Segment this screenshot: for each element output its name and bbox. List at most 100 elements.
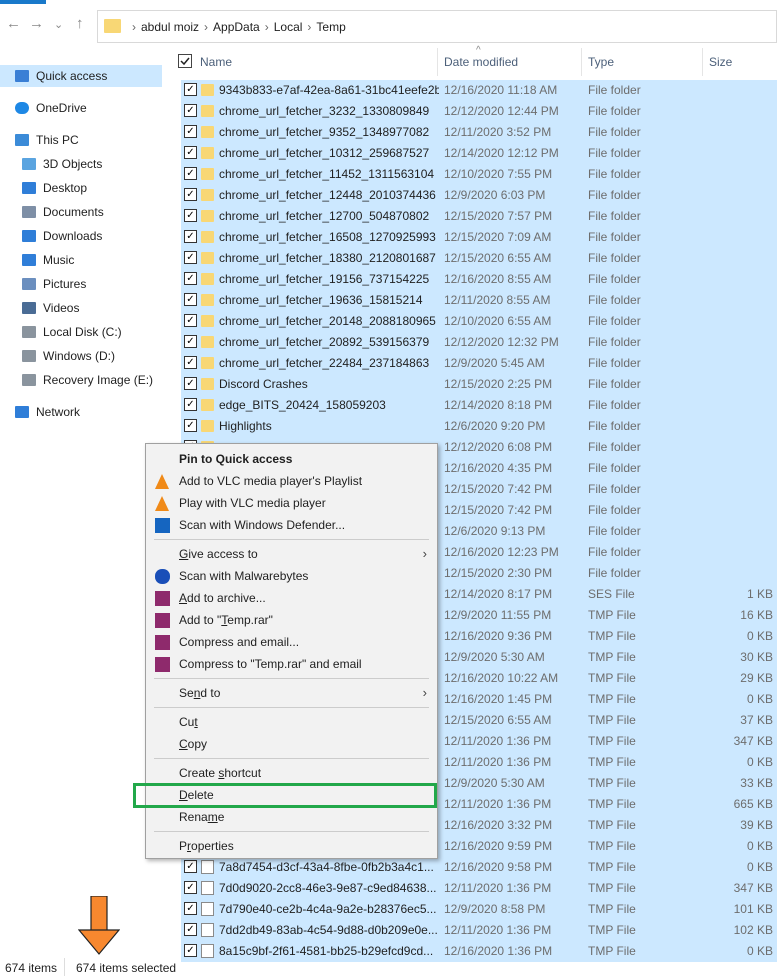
table-row[interactable]: ✓ edge_BITS_20424_158059203 12/14/2020 8:1… — [181, 395, 777, 416]
table-row[interactable]: ✓ 7d790e40-ce2b-4c4a-9a2e-b28376ec5... 12/… — [181, 899, 777, 920]
row-type: TMP File — [588, 650, 636, 664]
nav-item-pictures[interactable]: Pictures — [0, 273, 162, 295]
folder-icon — [201, 210, 214, 222]
row-checkbox[interactable]: ✓ — [184, 83, 197, 96]
nav-item-network[interactable]: Network — [0, 401, 162, 423]
table-row[interactable]: ✓ 7a8d7454-d3cf-43a4-8fbe-0fb2b3a4c1... 12… — [181, 857, 777, 878]
menu-item-add-to-temp-rar[interactable]: Add to "Temp.rar" — [146, 609, 437, 631]
address-bar[interactable]: › abdul moiz › AppData › Local › Temp — [97, 10, 777, 43]
table-row[interactable]: ✓ chrome_url_fetcher_20148_2088180965 12/1… — [181, 311, 777, 332]
breadcrumb-item[interactable]: Temp — [316, 20, 345, 34]
row-checkbox[interactable]: ✓ — [184, 125, 197, 138]
column-divider[interactable] — [702, 48, 703, 76]
nav-item-this-pc[interactable]: This PC — [0, 129, 162, 151]
breadcrumb-item[interactable]: abdul moiz — [141, 20, 199, 34]
row-type: File folder — [588, 545, 641, 559]
table-row[interactable]: ✓ chrome_url_fetcher_18380_2120801687 12/1… — [181, 248, 777, 269]
row-checkbox[interactable]: ✓ — [184, 335, 197, 348]
winrar-icon — [155, 657, 170, 672]
recent-dropdown-icon[interactable]: ⌄ — [54, 18, 63, 31]
back-arrow-icon[interactable]: ← — [6, 15, 21, 32]
column-divider[interactable] — [437, 48, 438, 76]
table-row[interactable]: ✓ chrome_url_fetcher_12700_504870802 12/15… — [181, 206, 777, 227]
table-row[interactable]: ✓ chrome_url_fetcher_22484_237184863 12/9/… — [181, 353, 777, 374]
nav-item-downloads[interactable]: Downloads — [0, 225, 162, 247]
table-row[interactable]: ✓ 7dd2db49-83ab-4c54-9d88-d0b209e0e... 12/… — [181, 920, 777, 941]
row-size: 16 KB — [740, 608, 773, 622]
up-arrow-icon[interactable]: ↑ — [76, 15, 84, 32]
table-row[interactable]: ✓ chrome_url_fetcher_19636_15815214 12/11/… — [181, 290, 777, 311]
breadcrumb[interactable]: › abdul moiz › AppData › Local › Temp — [132, 20, 351, 34]
row-checkbox[interactable]: ✓ — [184, 188, 197, 201]
table-row[interactable]: ✓ chrome_url_fetcher_16508_1270925993 12/1… — [181, 227, 777, 248]
menu-item-give-access-to[interactable]: Give access to › — [146, 543, 437, 565]
row-checkbox[interactable]: ✓ — [184, 377, 197, 390]
menu-item-cut[interactable]: Cut — [146, 711, 437, 733]
row-checkbox[interactable]: ✓ — [184, 272, 197, 285]
row-checkbox[interactable]: ✓ — [184, 860, 197, 873]
nav-item-onedrive[interactable]: OneDrive — [0, 97, 162, 119]
menu-item-rename[interactable]: Rename — [146, 806, 437, 828]
row-checkbox[interactable]: ✓ — [184, 902, 197, 915]
nav-item-3d-objects[interactable]: 3D Objects — [0, 153, 162, 175]
table-row[interactable]: ✓ chrome_url_fetcher_12448_2010374436 12/9… — [181, 185, 777, 206]
menu-item-create-shortcut[interactable]: Create shortcut — [146, 762, 437, 784]
menu-item-properties[interactable]: Properties — [146, 835, 437, 857]
title-strip — [0, 0, 777, 6]
menu-item-scan-with-windows-defender[interactable]: Scan with Windows Defender... — [146, 514, 437, 536]
table-row[interactable]: ✓ chrome_url_fetcher_11452_1311563104 12/1… — [181, 164, 777, 185]
menu-item-play-with-vlc-media-player[interactable]: Play with VLC media player — [146, 492, 437, 514]
row-checkbox[interactable]: ✓ — [184, 419, 197, 432]
menu-item-compress-and-email[interactable]: Compress and email... — [146, 631, 437, 653]
table-row[interactable]: ✓ Discord Crashes 12/15/2020 2:25 PM File f… — [181, 374, 777, 395]
column-size[interactable]: Size — [709, 55, 732, 69]
row-checkbox[interactable]: ✓ — [184, 314, 197, 327]
nav-item-music[interactable]: Music — [0, 249, 162, 271]
table-row[interactable]: ✓ chrome_url_fetcher_9352_1348977082 12/11… — [181, 122, 777, 143]
breadcrumb-item[interactable]: Local — [274, 20, 303, 34]
menu-item-scan-with-malwarebytes[interactable]: Scan with Malwarebytes — [146, 565, 437, 587]
column-divider[interactable] — [581, 48, 582, 76]
row-checkbox[interactable]: ✓ — [184, 923, 197, 936]
select-all-checkbox[interactable] — [178, 54, 192, 71]
row-checkbox[interactable]: ✓ — [184, 104, 197, 117]
nav-item-desktop[interactable]: Desktop — [0, 177, 162, 199]
column-date-modified[interactable]: Date modified — [444, 55, 518, 69]
row-checkbox[interactable]: ✓ — [184, 293, 197, 306]
row-checkbox[interactable]: ✓ — [184, 167, 197, 180]
winrar-icon — [155, 635, 170, 650]
menu-item-add-to-archive[interactable]: Add to archive... — [146, 587, 437, 609]
column-name[interactable]: Name — [200, 55, 232, 69]
table-row[interactable]: ✓ chrome_url_fetcher_3232_1330809849 12/12… — [181, 101, 777, 122]
menu-item-add-to-vlc-media-player-s-playlist[interactable]: Add to VLC media player's Playlist — [146, 470, 437, 492]
menu-item-compress-to-temp-rar-and-email[interactable]: Compress to "Temp.rar" and email — [146, 653, 437, 675]
breadcrumb-item[interactable]: AppData — [213, 20, 260, 34]
row-checkbox[interactable]: ✓ — [184, 881, 197, 894]
table-row[interactable]: ✓ 7d0d9020-2cc8-46e3-9e87-c9ed84638... 12/… — [181, 878, 777, 899]
table-row[interactable]: ✓ chrome_url_fetcher_10312_259687527 12/14… — [181, 143, 777, 164]
nav-item-recovery-image-e[interactable]: Recovery Image (E:) — [0, 369, 162, 391]
row-date: 12/15/2020 7:42 PM — [444, 503, 553, 517]
nav-item-windows-d[interactable]: Windows (D:) — [0, 345, 162, 367]
table-row[interactable]: ✓ Highlights 12/6/2020 9:20 PM File folder — [181, 416, 777, 437]
column-type[interactable]: Type — [588, 55, 614, 69]
row-checkbox[interactable]: ✓ — [184, 251, 197, 264]
table-row[interactable]: ✓ chrome_url_fetcher_19156_737154225 12/16… — [181, 269, 777, 290]
table-row[interactable]: ✓ 9343b833-e7af-42ea-8a61-31bc41eefe2b 12/… — [181, 80, 777, 101]
menu-item-send-to[interactable]: Send to › — [146, 682, 437, 704]
row-checkbox[interactable]: ✓ — [184, 230, 197, 243]
row-checkbox[interactable]: ✓ — [184, 944, 197, 957]
nav-item-videos[interactable]: Videos — [0, 297, 162, 319]
row-checkbox[interactable]: ✓ — [184, 356, 197, 369]
nav-item-documents[interactable]: Documents — [0, 201, 162, 223]
menu-item-pin-to-quick-access[interactable]: Pin to Quick access — [146, 448, 437, 470]
menu-item-copy[interactable]: Copy — [146, 733, 437, 755]
row-date: 12/16/2020 9:58 PM — [444, 860, 553, 874]
nav-item-local-disk-c[interactable]: Local Disk (C:) — [0, 321, 162, 343]
row-checkbox[interactable]: ✓ — [184, 398, 197, 411]
forward-arrow-icon[interactable]: → — [29, 15, 44, 32]
nav-item-quick-access[interactable]: Quick access — [0, 65, 162, 87]
row-checkbox[interactable]: ✓ — [184, 209, 197, 222]
row-checkbox[interactable]: ✓ — [184, 146, 197, 159]
table-row[interactable]: ✓ chrome_url_fetcher_20892_539156379 12/12… — [181, 332, 777, 353]
